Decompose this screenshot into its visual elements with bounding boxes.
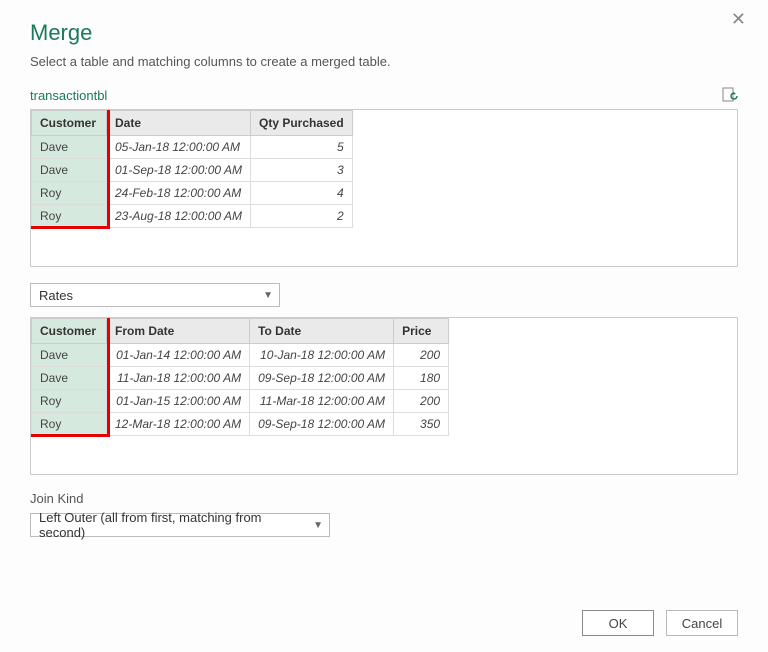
table-row[interactable]: Roy 24-Feb-18 12:00:00 AM 4 <box>32 182 353 205</box>
second-table-preview[interactable]: Customer From Date To Date Price Dave 01… <box>30 317 738 475</box>
second-table[interactable]: Customer From Date To Date Price Dave 01… <box>31 318 449 436</box>
dialog-title: Merge <box>30 20 738 46</box>
chevron-down-icon: ▼ <box>313 520 323 531</box>
col-header-customer[interactable]: Customer <box>32 111 107 136</box>
cell[interactable]: 200 <box>394 390 449 413</box>
cell[interactable]: 4 <box>250 182 352 205</box>
table-row[interactable]: Dave 01-Jan-14 12:00:00 AM 10-Jan-18 12:… <box>32 344 449 367</box>
cell[interactable]: 3 <box>250 159 352 182</box>
cell[interactable]: Roy <box>32 390 107 413</box>
cancel-button[interactable]: Cancel <box>666 610 738 636</box>
dialog-subtitle: Select a table and matching columns to c… <box>30 54 738 69</box>
col-header-todate[interactable]: To Date <box>250 319 394 344</box>
cell[interactable]: Roy <box>32 413 107 436</box>
table-row[interactable]: Roy 01-Jan-15 12:00:00 AM 11-Mar-18 12:0… <box>32 390 449 413</box>
cell[interactable]: 23-Aug-18 12:00:00 AM <box>107 205 251 228</box>
cell[interactable]: Dave <box>32 159 107 182</box>
col-header-price[interactable]: Price <box>394 319 449 344</box>
cell[interactable]: 24-Feb-18 12:00:00 AM <box>107 182 251 205</box>
cell[interactable]: 11-Mar-18 12:00:00 AM <box>250 390 394 413</box>
join-kind-select[interactable]: Left Outer (all from first, matching fro… <box>30 513 330 537</box>
table-row[interactable]: Dave 01-Sep-18 12:00:00 AM 3 <box>32 159 353 182</box>
close-icon[interactable]: ✕ <box>731 10 746 28</box>
cell[interactable]: Dave <box>32 344 107 367</box>
cell[interactable]: 10-Jan-18 12:00:00 AM <box>250 344 394 367</box>
first-table-preview[interactable]: Customer Date Qty Purchased Dave 05-Jan-… <box>30 109 738 267</box>
cell[interactable]: 350 <box>394 413 449 436</box>
refresh-icon[interactable] <box>722 87 738 103</box>
table-row[interactable]: Roy 23-Aug-18 12:00:00 AM 2 <box>32 205 353 228</box>
cell[interactable]: 09-Sep-18 12:00:00 AM <box>250 413 394 436</box>
cell[interactable]: 11-Jan-18 12:00:00 AM <box>107 367 250 390</box>
col-header-date[interactable]: Date <box>107 111 251 136</box>
table-row[interactable]: Dave 11-Jan-18 12:00:00 AM 09-Sep-18 12:… <box>32 367 449 390</box>
cell[interactable]: 2 <box>250 205 352 228</box>
cell[interactable]: 01-Jan-15 12:00:00 AM <box>107 390 250 413</box>
first-table-name: transactiontbl <box>30 88 107 103</box>
merge-dialog: ✕ Merge Select a table and matching colu… <box>0 0 768 557</box>
cell[interactable]: Dave <box>32 136 107 159</box>
table-row[interactable]: Roy 12-Mar-18 12:00:00 AM 09-Sep-18 12:0… <box>32 413 449 436</box>
cell[interactable]: Roy <box>32 182 107 205</box>
cell[interactable]: 5 <box>250 136 352 159</box>
join-kind-value: Left Outer (all from first, matching fro… <box>39 510 305 540</box>
second-table-select-value: Rates <box>39 288 73 303</box>
cell[interactable]: Roy <box>32 205 107 228</box>
join-kind-label: Join Kind <box>30 491 738 506</box>
second-table-select[interactable]: Rates ▼ <box>30 283 280 307</box>
col-header-fromdate[interactable]: From Date <box>107 319 250 344</box>
cell[interactable]: 01-Jan-14 12:00:00 AM <box>107 344 250 367</box>
cell[interactable]: 12-Mar-18 12:00:00 AM <box>107 413 250 436</box>
first-table[interactable]: Customer Date Qty Purchased Dave 05-Jan-… <box>31 110 353 228</box>
cell[interactable]: 05-Jan-18 12:00:00 AM <box>107 136 251 159</box>
ok-button[interactable]: OK <box>582 610 654 636</box>
cell[interactable]: 180 <box>394 367 449 390</box>
cell[interactable]: Dave <box>32 367 107 390</box>
table-row[interactable]: Dave 05-Jan-18 12:00:00 AM 5 <box>32 136 353 159</box>
cell[interactable]: 09-Sep-18 12:00:00 AM <box>250 367 394 390</box>
col-header-qty[interactable]: Qty Purchased <box>250 111 352 136</box>
col-header-customer2[interactable]: Customer <box>32 319 107 344</box>
cell[interactable]: 200 <box>394 344 449 367</box>
cell[interactable]: 01-Sep-18 12:00:00 AM <box>107 159 251 182</box>
chevron-down-icon: ▼ <box>263 290 273 301</box>
